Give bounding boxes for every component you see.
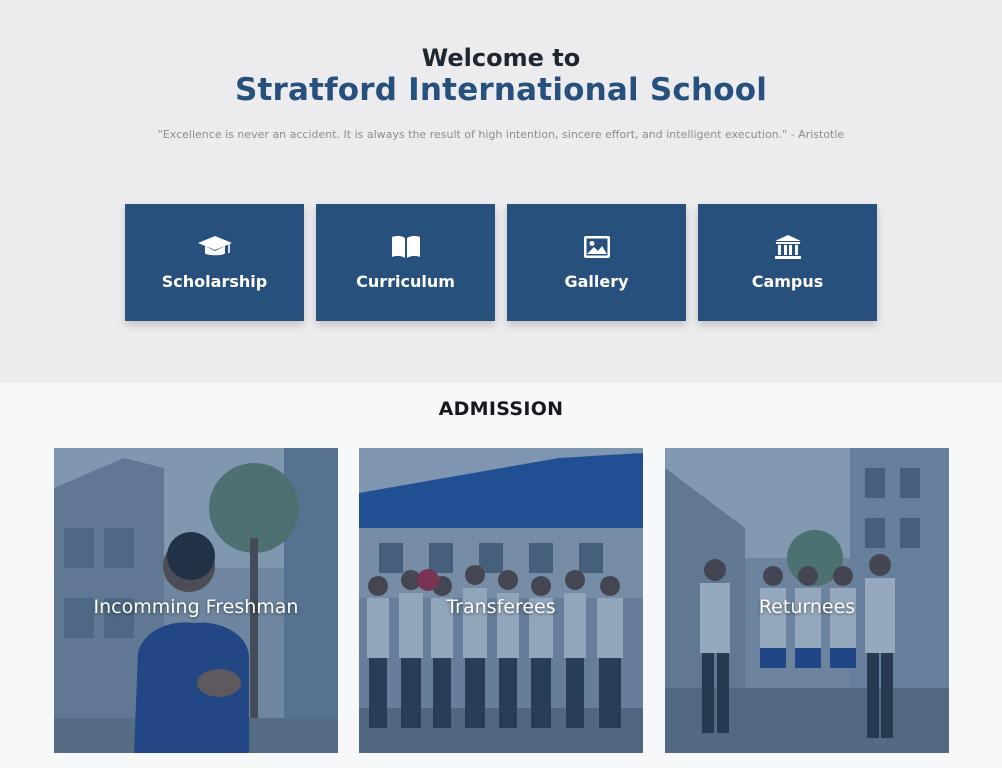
transferees-card[interactable]: Transferees xyxy=(359,448,643,753)
quote-text: "Excellence is never an accident. It is … xyxy=(157,128,845,141)
graduation-cap-icon xyxy=(125,234,304,260)
campus-card[interactable]: Campus xyxy=(698,204,877,321)
scholarship-card[interactable]: Scholarship xyxy=(125,204,304,321)
transferees-label: Transferees xyxy=(446,596,556,618)
freshman-card[interactable]: Incomming Freshman xyxy=(54,448,338,753)
gallery-card[interactable]: Gallery xyxy=(507,204,686,321)
gallery-label: Gallery xyxy=(564,272,629,291)
image-icon xyxy=(507,234,686,260)
scholarship-label: Scholarship xyxy=(161,272,268,291)
welcome-heading: Welcome to xyxy=(421,44,581,72)
institution-icon xyxy=(698,234,877,260)
returnees-label: Returnees xyxy=(758,596,856,618)
freshman-label: Incomming Freshman xyxy=(93,596,299,618)
returnees-card[interactable]: Returnees xyxy=(665,448,949,753)
admission-heading: ADMISSION xyxy=(438,398,564,420)
campus-label: Campus xyxy=(751,272,824,291)
school-name-heading: Stratford International School xyxy=(234,72,768,108)
curriculum-label: Curriculum xyxy=(356,272,455,291)
curriculum-card[interactable]: Curriculum xyxy=(316,204,495,321)
book-icon xyxy=(316,234,495,260)
